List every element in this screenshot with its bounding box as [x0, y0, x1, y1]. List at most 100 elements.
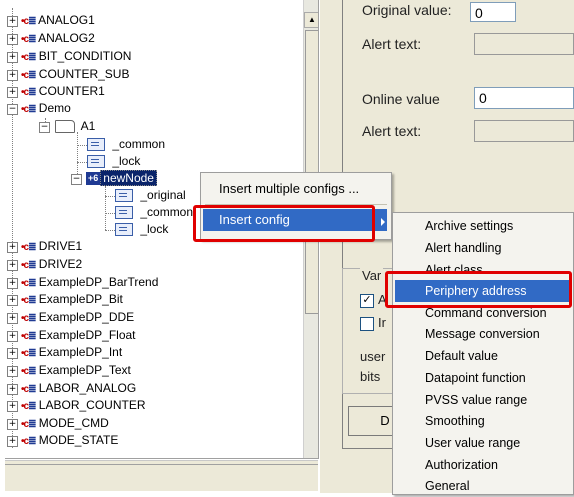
menu-item-insert-multiple-configs[interactable]: Insert multiple configs ...	[203, 178, 387, 200]
tree-item[interactable]: + •c≣ MODE_STATE	[7, 432, 118, 449]
expand-icon[interactable]: +	[7, 16, 18, 27]
expand-icon[interactable]: +	[7, 331, 18, 342]
tree-item[interactable]: + •c≣ ExampleDP_Text	[7, 362, 131, 379]
config-icon	[115, 189, 133, 203]
expand-icon[interactable]: +	[7, 348, 18, 359]
tree-item[interactable]: + •c≣ ExampleDP_DDE	[7, 309, 134, 326]
tree-branch-line	[105, 186, 106, 230]
menu-item-datapoint-function[interactable]: Datapoint function	[395, 367, 569, 389]
menu-item-general[interactable]: General	[395, 475, 569, 497]
tree-item[interactable]: + •c≣ ANALOG2	[7, 30, 95, 47]
datapoint-icon: •c≣	[21, 331, 37, 342]
tree-item[interactable]: + •c≣ ExampleDP_Int	[7, 344, 122, 361]
tree-item-label: _original	[140, 188, 186, 202]
scroll-up-arrow-icon[interactable]: ▲	[304, 12, 318, 28]
expand-icon[interactable]: +	[7, 419, 18, 430]
menu-item-archive-settings[interactable]: Archive settings	[395, 215, 569, 237]
checkbox-label: Ir	[378, 315, 386, 330]
tree-horizontal-scrollbar[interactable]	[5, 460, 318, 491]
tree-item-sub-common[interactable]: _common	[115, 204, 193, 221]
tree-item-lock[interactable]: _lock	[87, 153, 140, 170]
tree-item-label: _lock	[112, 154, 141, 168]
datapoint-icon: •c≣	[21, 366, 37, 377]
menu-item-message-conversion[interactable]: Message conversion	[395, 323, 569, 345]
datapoint-icon: •c≣	[21, 34, 37, 45]
tree-item[interactable]: + •c≣ BIT_CONDITION	[7, 48, 131, 65]
checkbox-checked[interactable]: ✓	[360, 294, 374, 308]
tree-item-label: DRIVE1	[38, 239, 83, 253]
datapoint-icon: •c≣	[21, 70, 37, 81]
expand-icon[interactable]: +	[7, 384, 18, 395]
config-icon	[115, 206, 133, 220]
tree-item-demo[interactable]: − •c≣ Demo	[7, 100, 71, 117]
collapse-icon[interactable]: −	[71, 174, 82, 185]
tree-item[interactable]: + •c≣ DRIVE1	[7, 238, 82, 255]
datapoint-icon: •c≣	[21, 436, 37, 447]
tree-item-folder-a1[interactable]: − A1	[39, 118, 95, 135]
divider	[5, 464, 318, 465]
menu-item-smoothing[interactable]: Smoothing	[395, 410, 569, 432]
expand-icon[interactable]: +	[7, 401, 18, 412]
tree-item-label: _common	[140, 205, 194, 219]
tree-item[interactable]: + •c≣ DRIVE2	[7, 256, 82, 273]
insert-config-submenu: Archive settings Alert handling Alert cl…	[392, 212, 574, 495]
collapse-icon[interactable]: −	[7, 104, 18, 115]
tree-item-original[interactable]: _original	[115, 187, 186, 204]
tree-item-label: A1	[80, 119, 96, 133]
tree-item-label-selected: newNode	[100, 170, 157, 186]
collapse-icon[interactable]: −	[39, 122, 50, 133]
alert-text-field[interactable]	[474, 33, 574, 55]
expand-icon[interactable]: +	[7, 87, 18, 98]
tree-item-sub-lock[interactable]: _lock	[115, 221, 168, 238]
tree-item-common[interactable]: _common	[87, 136, 165, 153]
expand-icon[interactable]: +	[7, 436, 18, 447]
expand-icon[interactable]: +	[7, 313, 18, 324]
tree-item[interactable]: + •c≣ MODE_CMD	[7, 415, 109, 432]
menu-item-alert-handling[interactable]: Alert handling	[395, 237, 569, 259]
menu-item-pvss-value-range[interactable]: PVSS value range	[395, 389, 569, 411]
tree-item[interactable]: + •c≣ LABOR_ANALOG	[7, 380, 136, 397]
tree-item-label: ExampleDP_Text	[38, 363, 131, 377]
tree-item[interactable]: + •c≣ ExampleDP_Bit	[7, 291, 123, 308]
menu-item-authorization[interactable]: Authorization	[395, 454, 569, 476]
tree-item[interactable]: + •c≣ COUNTER1	[7, 83, 105, 100]
online-value-field[interactable]: 0	[474, 87, 574, 109]
tree-branch-line	[105, 196, 115, 197]
datapoint-icon: •c≣	[21, 295, 37, 306]
menu-item-user-value-range[interactable]: User value range	[395, 432, 569, 454]
tree-item-label: Demo	[38, 101, 71, 115]
original-value-label: Original value:	[362, 2, 452, 18]
tree-item-label: DRIVE2	[38, 257, 83, 271]
expand-icon[interactable]: +	[7, 260, 18, 271]
expand-icon[interactable]: +	[7, 242, 18, 253]
tree-item-label: ExampleDP_Bit	[38, 292, 123, 306]
expand-icon[interactable]: +	[7, 295, 18, 306]
tree-item-newnode[interactable]: − +6 newNode	[71, 170, 157, 187]
datapoint-icon: •c≣	[21, 348, 37, 359]
online-value-label: Online value	[362, 91, 440, 107]
tree-item[interactable]: + •c≣ COUNTER_SUB	[7, 66, 129, 83]
tree-item[interactable]: + •c≣ ExampleDP_BarTrend	[7, 274, 158, 291]
groupbox-label: Var	[360, 268, 384, 283]
tree-item[interactable]: + •c≣ ExampleDP_Float	[7, 327, 136, 344]
expand-icon[interactable]: +	[7, 52, 18, 63]
tree-branch-line	[77, 162, 87, 163]
tree-item[interactable]: + •c≣ LABOR_COUNTER	[7, 397, 145, 414]
menu-item-default-value[interactable]: Default value	[395, 345, 569, 367]
expand-icon[interactable]: +	[7, 366, 18, 377]
tree-branch-line	[105, 213, 115, 214]
alert-text-field[interactable]	[474, 120, 574, 142]
expand-icon[interactable]: +	[7, 34, 18, 45]
tree-item-label: MODE_CMD	[38, 416, 109, 430]
datapoint-icon: •c≣	[21, 313, 37, 324]
expand-icon[interactable]: +	[7, 70, 18, 81]
tree-item[interactable]: + •c≣ ANALOG1	[7, 12, 95, 29]
tree-item-label: _common	[112, 137, 166, 151]
original-value-field[interactable]: 0	[470, 2, 516, 22]
config-icon	[115, 223, 133, 237]
checkbox-unchecked[interactable]	[360, 317, 374, 331]
expand-icon[interactable]: +	[7, 278, 18, 289]
datapoint-icon: •c≣	[21, 104, 37, 115]
datapoint-icon: •c≣	[21, 87, 37, 98]
tree-item-label: ANALOG2	[38, 31, 95, 45]
